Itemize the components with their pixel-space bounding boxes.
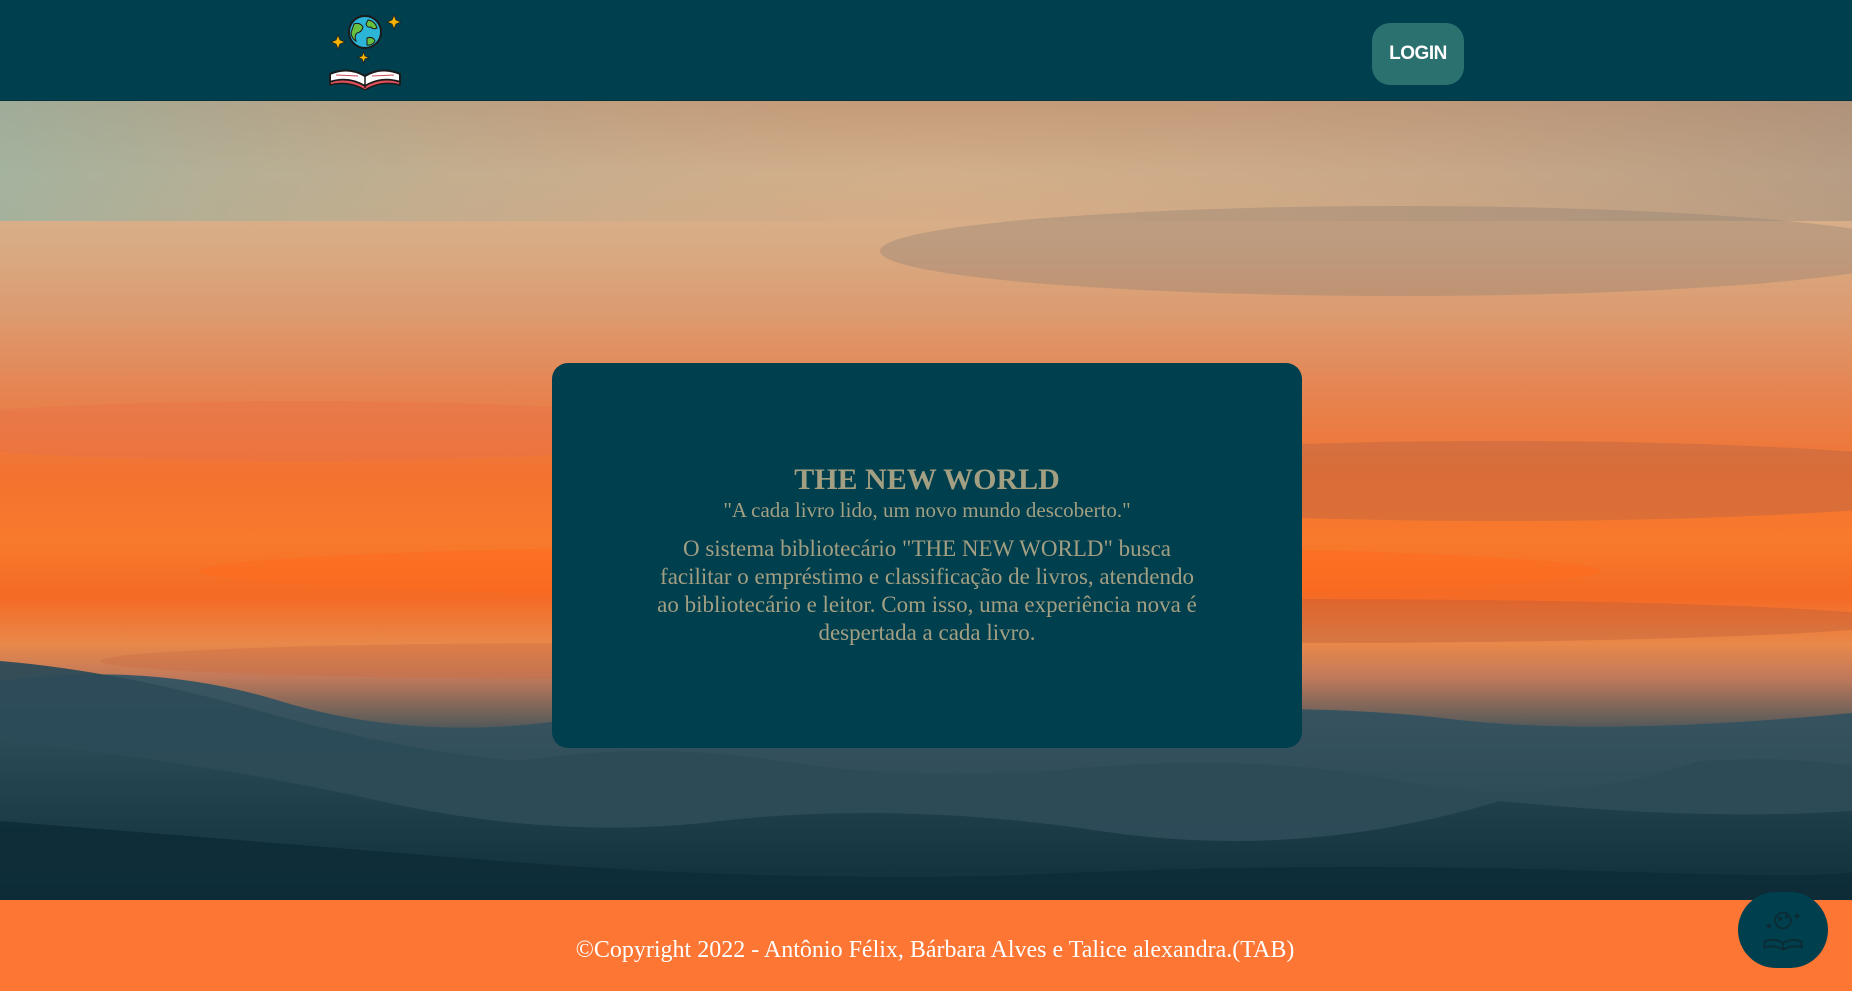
card-description: O sistema bibliotecário "THE NEW WORLD" …: [657, 536, 1197, 645]
intro-card: THE NEW WORLD "A cada livro lido, um nov…: [552, 363, 1302, 748]
card-quote: "A cada livro lido, um novo mundo descob…: [723, 498, 1131, 522]
globe-book-logo-icon[interactable]: [326, 12, 404, 91]
hero-background-image: THE NEW WORLD "A cada livro lido, um nov…: [0, 101, 1852, 900]
top-navbar: LOGIN: [0, 0, 1852, 101]
footer: ©Copyright 2022 - Antônio Félix, Bárbara…: [0, 900, 1852, 991]
globe-book-icon: [1763, 911, 1803, 951]
card-title: THE NEW WORLD: [794, 463, 1060, 496]
floating-logo-button[interactable]: [1738, 892, 1828, 968]
login-button[interactable]: LOGIN: [1372, 23, 1464, 85]
footer-copyright: ©Copyright 2022 - Antônio Félix, Bárbara…: [575, 937, 1295, 963]
